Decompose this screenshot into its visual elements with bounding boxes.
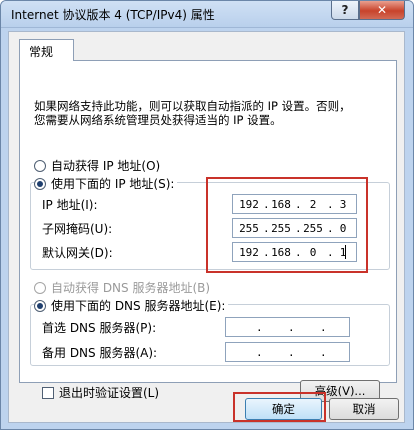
subnet-mask-input[interactable]: 255 . 255 . 255 . 0	[232, 218, 357, 238]
gateway-octet-3: 0	[309, 246, 317, 259]
description-line-1: 如果网络支持此功能，则可以获取自动指派的 IP 设置。否则，	[34, 99, 351, 113]
help-button[interactable]: ?	[331, 1, 359, 20]
adns-dot-1: .	[256, 346, 263, 359]
tab-general[interactable]: 常规	[19, 39, 74, 61]
gateway-label: 默认网关(D):	[42, 246, 113, 260]
text-cursor	[345, 245, 346, 259]
mask-octet-1: 255	[239, 222, 259, 235]
validate-checkbox[interactable]	[42, 386, 54, 399]
alternate-dns-label: 备用 DNS 服务器(A):	[42, 346, 158, 360]
ip-auto-option[interactable]: 自动获得 IP 地址(O)	[34, 157, 160, 174]
ip-manual-label: 使用下面的 IP 地址(S):	[51, 177, 175, 191]
pdns-dot-3: .	[320, 321, 327, 334]
general-tab-panel: 如果网络支持此功能，则可以获取自动指派的 IP 设置。否则， 您需要从网络系统管…	[19, 60, 397, 402]
question-icon: ?	[341, 3, 349, 17]
cancel-button[interactable]: 取消	[329, 398, 399, 420]
validate-option[interactable]: 退出时验证设置(L)	[42, 384, 159, 401]
ip-octet-1: 192	[239, 198, 259, 211]
dns-auto-option[interactable]: 自动获得 DNS 服务器地址(B)	[34, 279, 210, 296]
tab-general-label: 常规	[29, 45, 54, 59]
gateway-input[interactable]: 192 . 168 . 0 . 1	[232, 242, 357, 262]
mask-octet-4: 0	[339, 222, 347, 235]
description-text: 如果网络支持此功能，则可以获取自动指派的 IP 设置。否则， 您需要从网络系统管…	[34, 99, 374, 127]
mask-octet-2: 255	[271, 222, 291, 235]
dns-auto-label: 自动获得 DNS 服务器地址(B)	[51, 281, 211, 295]
close-button[interactable]: ✕	[359, 1, 405, 20]
advanced-label: 高级(V)...	[314, 384, 366, 398]
cancel-label: 取消	[352, 402, 376, 416]
dialog-window: Internet 协议版本 4 (TCP/IPv4) 属性 ? ✕ 常规 如果网…	[0, 0, 414, 430]
adns-dot-3: .	[320, 346, 327, 359]
dialog-content: 常规 如果网络支持此功能，则可以获取自动指派的 IP 设置。否则， 您需要从网络…	[8, 31, 405, 423]
close-icon: ✕	[376, 3, 388, 17]
ip-manual-option[interactable]: 使用下面的 IP 地址(S):	[34, 175, 178, 192]
alternate-dns-input[interactable]: . . .	[225, 342, 350, 362]
gateway-octet-1: 192	[239, 246, 259, 259]
ip-address-label: IP 地址(I):	[42, 198, 98, 212]
preferred-dns-label: 首选 DNS 服务器(P):	[42, 321, 157, 335]
ip-address-input[interactable]: 192 . 168 . 2 . 3	[232, 194, 357, 214]
dns-manual-radio[interactable]	[34, 299, 46, 312]
ok-label: 确定	[272, 402, 295, 416]
ip-octet-2: 168	[271, 198, 291, 211]
dns-auto-radio[interactable]	[34, 281, 46, 294]
title-bar[interactable]: Internet 协议版本 4 (TCP/IPv4) 属性 ? ✕	[1, 1, 413, 28]
adns-dot-2: .	[288, 346, 295, 359]
ip-manual-radio[interactable]	[34, 177, 46, 190]
gateway-octet-4: 1	[339, 246, 347, 259]
ok-button[interactable]: 确定	[245, 398, 322, 420]
ip-octet-3: 2	[309, 198, 317, 211]
ip-auto-radio[interactable]	[34, 159, 46, 172]
window-title: Internet 协议版本 4 (TCP/IPv4) 属性	[11, 8, 215, 22]
validate-label: 退出时验证设置(L)	[59, 386, 160, 400]
subnet-mask-label: 子网掩码(U):	[42, 222, 113, 236]
pdns-dot-1: .	[256, 321, 263, 334]
description-line-2: 您需要从网络系统管理员处获得适当的 IP 设置。	[34, 113, 282, 127]
dns-manual-option[interactable]: 使用下面的 DNS 服务器地址(E):	[34, 297, 229, 314]
mask-octet-3: 255	[303, 222, 323, 235]
pdns-dot-2: .	[288, 321, 295, 334]
ip-auto-label: 自动获得 IP 地址(O)	[51, 159, 161, 173]
ip-octet-4: 3	[339, 198, 347, 211]
gateway-octet-2: 168	[271, 246, 291, 259]
preferred-dns-input[interactable]: . . .	[225, 317, 350, 337]
dns-manual-label: 使用下面的 DNS 服务器地址(E):	[51, 299, 226, 313]
